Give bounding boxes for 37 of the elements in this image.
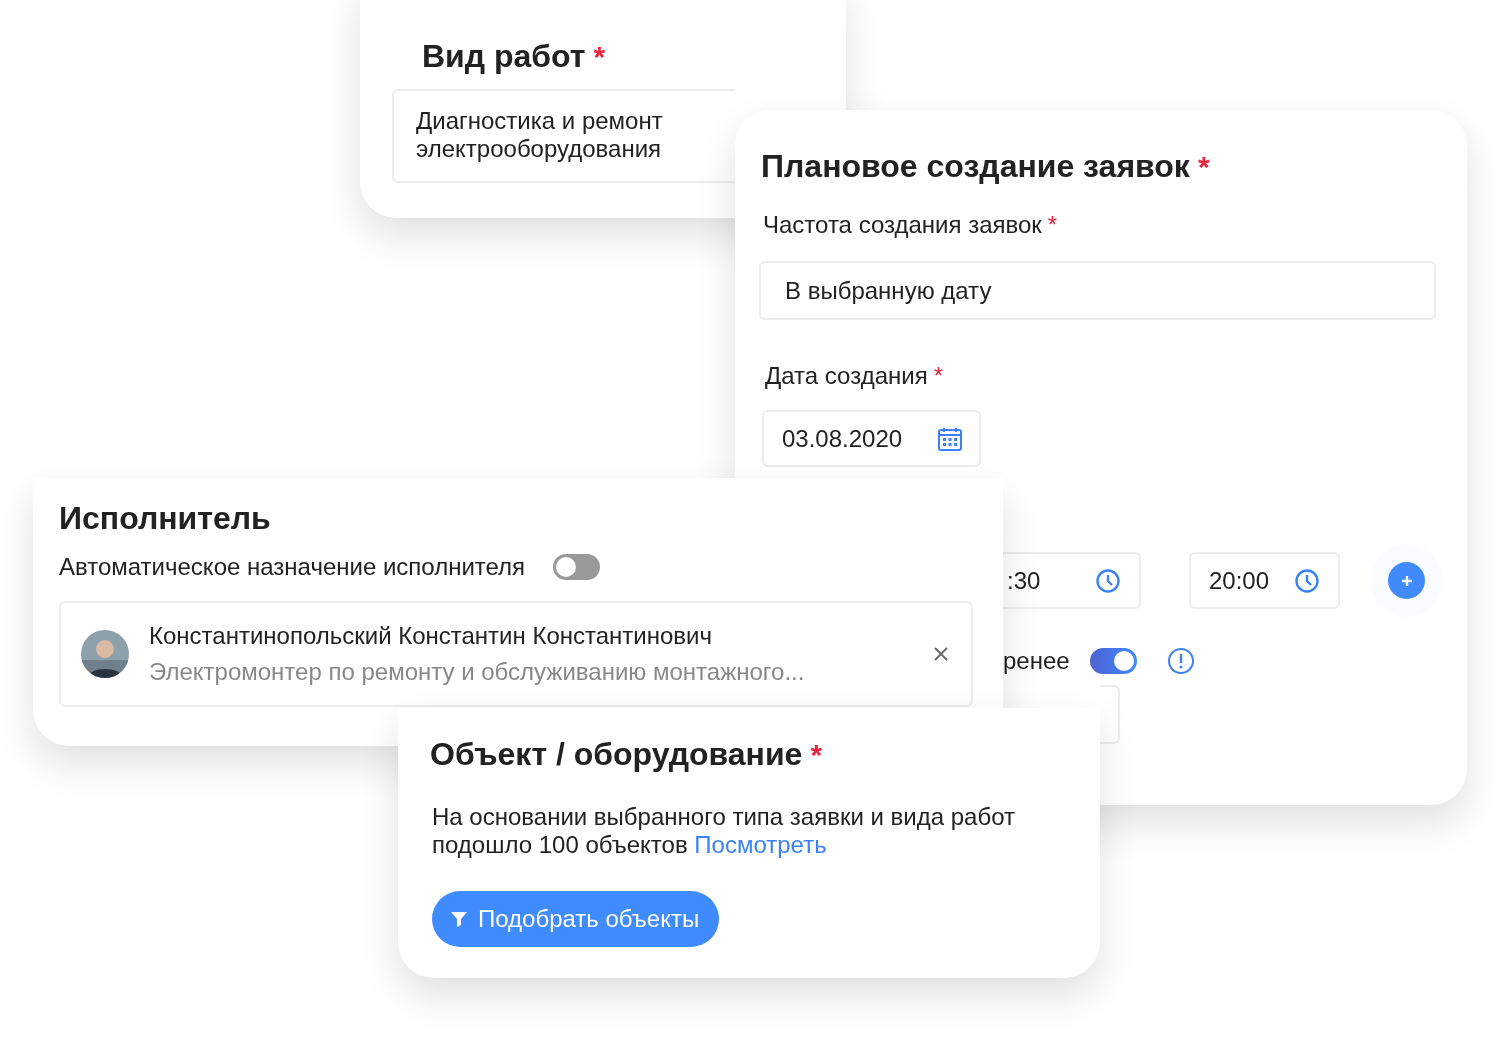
required-mark: * [1197, 149, 1210, 184]
frequency-select[interactable]: В выбранную дату [759, 261, 1436, 320]
auto-assign-toggle[interactable] [553, 554, 601, 580]
info-icon[interactable] [1166, 647, 1195, 675]
field-label: Дата создания [765, 362, 928, 390]
plus-icon [1399, 573, 1414, 588]
required-mark: * [933, 362, 943, 390]
clock-icon[interactable] [1095, 567, 1121, 594]
work-type-field[interactable]: Диагностика и ремонт электрооборудования [392, 89, 735, 183]
date-value: 03.08.2020 [782, 424, 903, 453]
time-field[interactable]: 20:00 [1189, 552, 1340, 609]
close-icon [933, 646, 949, 662]
person-name: Константинопольский Константин Константинович [149, 622, 713, 650]
view-link[interactable]: Посмотреть [694, 831, 827, 858]
description-text: На основании выбранного типа заявки и вида работ подошло 100 объектов Посмотреть [432, 803, 1016, 859]
time-field[interactable]: :30 [1001, 552, 1141, 609]
section-title: Плановое создание заявок [761, 148, 1190, 185]
executor-card[interactable]: Константинопольский Константин Константинович Электромонтер по ремонту и обслуживанию монтажного... [59, 601, 973, 707]
filter-icon [450, 910, 468, 928]
section-title: Исполнитель [59, 500, 271, 537]
section-title: Объект / оборудование [430, 736, 803, 773]
field-label: Частота создания заявок [763, 211, 1042, 239]
advance-label: ренее [1003, 647, 1070, 675]
person-position: Электромонтер по ремонту и обслуживанию монтажного... [149, 658, 806, 686]
close-button[interactable] [933, 646, 949, 662]
calendar-icon[interactable] [937, 425, 963, 452]
required-mark: * [593, 39, 606, 74]
auto-assign-label: Автоматическое назначение исполнителя [59, 553, 526, 581]
required-mark: * [810, 737, 823, 772]
date-field[interactable]: 03.08.2020 [762, 410, 981, 467]
input-field[interactable] [1100, 685, 1120, 744]
section-title: Вид работ [422, 38, 586, 75]
time-value: :30 [1007, 566, 1041, 595]
required-mark: * [1047, 211, 1058, 239]
advance-toggle[interactable] [1089, 648, 1137, 674]
time-value: 20:00 [1209, 566, 1270, 595]
clock-icon[interactable] [1294, 567, 1320, 594]
